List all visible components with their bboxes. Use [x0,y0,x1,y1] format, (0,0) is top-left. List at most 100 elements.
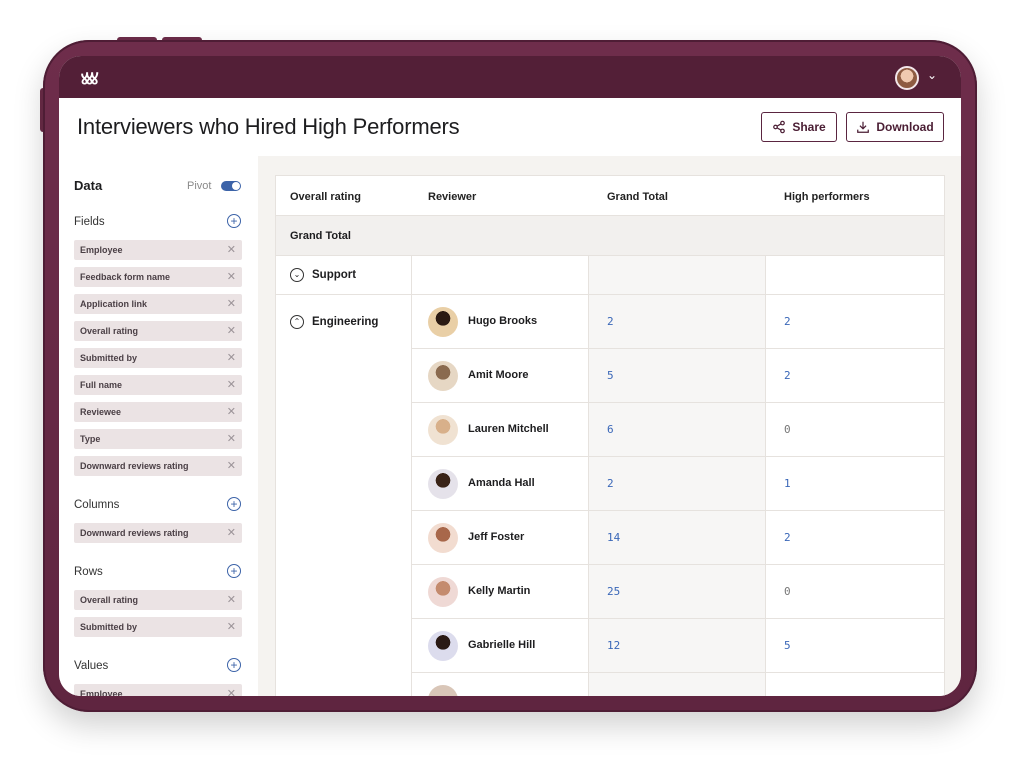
reviewer-name: Kelly Martin [468,585,531,597]
value-chip[interactable]: Employee ✕ [74,684,242,696]
high-performers-value[interactable]: 2 [784,369,791,382]
header-high-performers[interactable]: High performers [784,191,870,203]
close-icon[interactable]: ✕ [227,590,236,610]
page-title: Interviewers who Hired High Performers [77,114,460,139]
reviewer-name: Amanda Hall [468,477,535,489]
close-icon[interactable]: ✕ [227,456,236,476]
page-header: Interviewers who Hired High Performers S… [59,98,961,157]
table-row[interactable]: Hugo Brooks 2 2 [411,295,944,349]
header-overall-rating[interactable]: Overall rating [290,191,361,203]
reviewer-name: Hugo Brooks [468,315,538,327]
add-column-plus-icon[interactable]: + [227,497,241,511]
group-engineering[interactable]: ⌃ Engineering [290,315,378,329]
group-support-label: Support [312,269,357,281]
add-field-plus-icon[interactable]: + [227,214,241,228]
close-icon[interactable]: ✕ [227,267,236,287]
avatar [428,685,458,696]
close-icon[interactable]: ✕ [227,321,236,341]
share-button[interactable]: Share [761,112,837,142]
close-icon[interactable]: ✕ [227,375,236,395]
high-performers-value[interactable]: 1 [784,477,791,490]
table-row[interactable]: Lauren Mitchell 6 0 [411,403,944,457]
share-icon [773,120,786,134]
grand-total-value[interactable]: 14 [607,531,620,544]
chip-label: Submitted by [80,622,138,632]
table-row[interactable]: Amit Moore 5 2 [411,349,944,403]
add-row-plus-icon[interactable]: + [227,564,241,578]
header-grand-total[interactable]: Grand Total [607,191,668,203]
field-chip[interactable]: Submitted by ✕ [74,348,242,368]
chevron-down-icon[interactable]: ⌄ [927,68,937,82]
row-chip[interactable]: Overall rating ✕ [74,590,242,610]
close-icon[interactable]: ✕ [227,617,236,637]
columns-section-label: Columns [74,499,120,511]
chip-label: Submitted by [80,353,138,363]
chip-label: Application link [80,299,148,309]
chip-label: Feedback form name [80,272,171,282]
avatar [428,631,458,661]
high-performers-value[interactable]: 0 [784,585,791,598]
field-chip[interactable]: Full name ✕ [74,375,242,395]
group-engineering-label: Engineering [312,316,379,328]
close-icon[interactable]: ✕ [227,294,236,314]
field-chip[interactable]: Application link ✕ [74,294,242,314]
reviewer-name: Gabrielle Hill [468,639,536,651]
field-chip[interactable]: Reviewee ✕ [74,402,242,422]
close-icon[interactable]: ✕ [227,523,236,543]
chip-label: Downward reviews rating [80,461,189,471]
grand-total-value[interactable]: 5 [607,369,614,382]
close-icon[interactable]: ✕ [227,240,236,260]
share-label: Share [792,120,826,134]
close-icon[interactable]: ✕ [227,402,236,422]
reviewer-name: Amit Moore [468,369,529,381]
grand-total-value[interactable]: 2 [607,315,614,328]
header-reviewer[interactable]: Reviewer [428,191,476,203]
avatar [428,577,458,607]
chip-label: Type [80,434,101,444]
table-row[interactable]: Jeff Foster 14 2 [411,511,944,565]
field-chip[interactable]: Feedback form name ✕ [74,267,242,287]
download-icon [857,121,870,133]
pivot-toggle[interactable] [221,181,241,191]
close-icon[interactable]: ✕ [227,684,236,696]
avatar [428,469,458,499]
brand-logo-icon[interactable]: ꙋꙋꙋ [81,69,98,89]
field-chip[interactable]: Downward reviews rating ✕ [74,456,242,476]
high-performers-value[interactable]: 2 [784,531,791,544]
download-button[interactable]: Download [846,112,944,142]
field-chip[interactable]: Employee ✕ [74,240,242,260]
grand-total-value[interactable]: 12 [607,639,620,652]
high-performers-value[interactable]: 0 [784,423,791,436]
chevron-down-circle-icon[interactable]: ⌄ [290,268,304,282]
app-screen: ꙋꙋꙋ ⌄ Interviewers who Hired High Perfor… [59,56,961,696]
pivot-label: Pivot [187,180,212,192]
grand-total-value[interactable]: 6 [607,423,614,436]
high-performers-value[interactable]: 5 [784,639,791,652]
avatar [428,307,458,337]
close-icon[interactable]: ✕ [227,429,236,449]
divider [276,255,944,256]
grand-total-value[interactable]: 25 [607,585,620,598]
chevron-up-circle-icon[interactable]: ⌃ [290,315,304,329]
column-chip[interactable]: Downward reviews rating ✕ [74,523,242,543]
table-row[interactable]: Amanda Hall 2 1 [411,457,944,511]
data-sidebar: Data Pivot Fields + Employee ✕ Feedback fo… [59,156,259,696]
avatar [428,415,458,445]
rows-section-label: Rows [74,566,103,578]
group-support[interactable]: ⌄ Support [290,268,356,282]
add-value-plus-icon[interactable]: + [227,658,241,672]
high-performers-value[interactable]: 2 [784,315,791,328]
reviewer-name: Lauren Mitchell [468,423,549,435]
row-chip[interactable]: Submitted by ✕ [74,617,242,637]
grand-total-value[interactable]: 2 [607,477,614,490]
divider [276,215,944,216]
user-avatar[interactable] [895,66,919,90]
chip-label: Employee [80,689,123,696]
chip-label: Full name [80,380,123,390]
table-row[interactable]: Kelly Martin 25 0 [411,565,944,619]
field-chip[interactable]: Overall rating ✕ [74,321,242,341]
chip-label: Employee [80,245,123,255]
field-chip[interactable]: Type ✕ [74,429,242,449]
table-row[interactable]: Gabrielle Hill 12 5 [411,619,944,673]
close-icon[interactable]: ✕ [227,348,236,368]
